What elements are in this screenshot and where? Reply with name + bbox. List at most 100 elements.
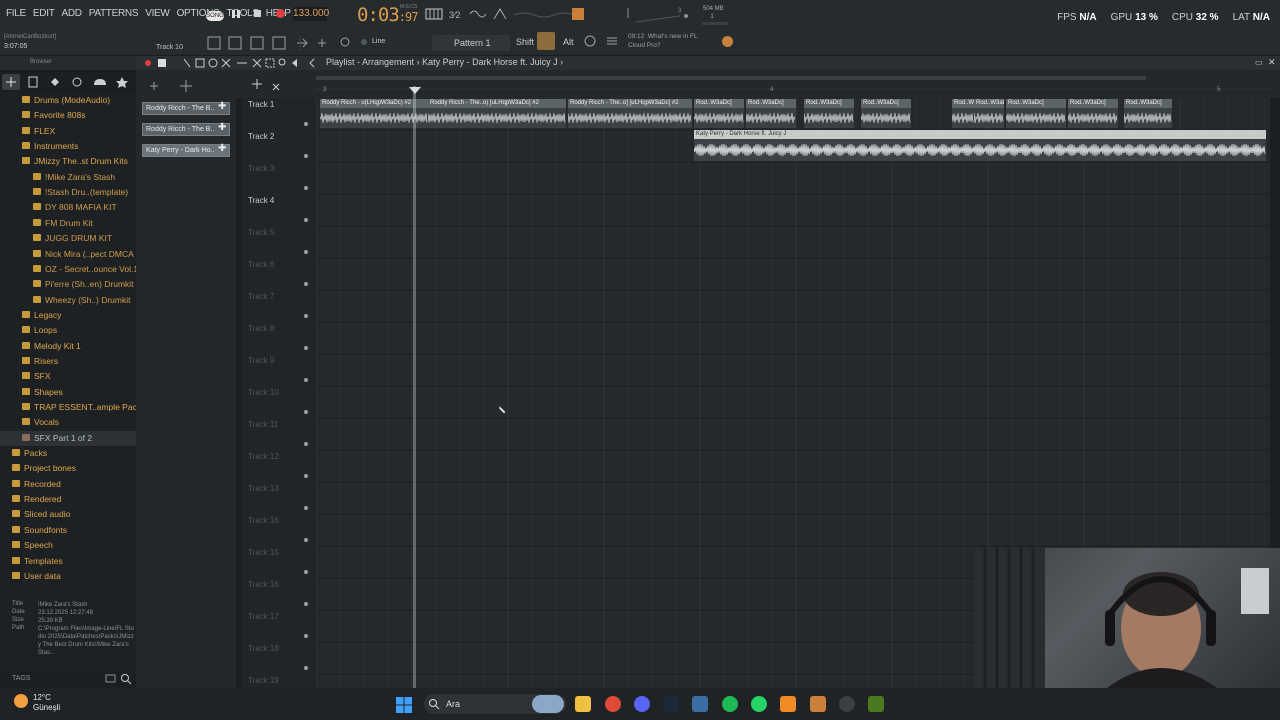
news-badge-icon[interactable]	[722, 36, 733, 47]
pattern-clip[interactable]: Roddy Ricch - The B..	[142, 102, 230, 115]
menu-patterns[interactable]: PATTERNS	[89, 8, 139, 19]
track-mute-led[interactable]	[304, 506, 308, 510]
track-mute-led[interactable]	[304, 218, 308, 222]
audio-clip-waveform[interactable]	[567, 108, 692, 128]
browser-item[interactable]: SFX	[0, 369, 136, 384]
track-mute-led[interactable]	[304, 122, 308, 126]
track-mute-led[interactable]	[304, 634, 308, 638]
alt-button[interactable]: Alt	[563, 37, 574, 47]
clip-add-icon[interactable]: ✚	[218, 101, 226, 112]
file-explorer-icon[interactable]	[575, 696, 591, 712]
spotify-icon[interactable]	[722, 696, 738, 712]
browser-item[interactable]: Favorite 808s	[0, 108, 136, 123]
browser-item[interactable]: FLEX	[0, 124, 136, 139]
fl-studio-icon[interactable]	[780, 696, 796, 712]
audio-clip-waveform[interactable]	[860, 108, 911, 128]
track-label[interactable]: Track 16	[248, 580, 279, 589]
track-label[interactable]: Track 19	[248, 676, 279, 685]
track-mute-led[interactable]	[304, 186, 308, 190]
app-2-icon[interactable]	[868, 696, 884, 712]
browser-item[interactable]: TRAP ESSENT..ample Pack]	[0, 400, 136, 415]
shift-button[interactable]: Shift	[516, 37, 534, 47]
track-label[interactable]: Track 10	[248, 388, 279, 397]
browser-item[interactable]: Wheezy (Sh..) Drumkit	[0, 293, 136, 308]
news-panel[interactable]: 09:12 What's new in FL Cloud Pro?	[628, 32, 698, 50]
audio-clip-waveform[interactable]	[693, 108, 744, 128]
audio-clip-waveform[interactable]	[1005, 108, 1066, 128]
browser-item[interactable]: FM Drum Kit	[0, 216, 136, 231]
audio-clip-title[interactable]: Rod..W3aDc]	[746, 99, 796, 108]
track-label[interactable]: Track 8	[248, 324, 274, 333]
breadcrumb-arrangement[interactable]: Playlist - Arrangement	[326, 57, 414, 67]
audio-clip-waveform[interactable]	[1067, 108, 1118, 128]
obs-icon[interactable]	[839, 696, 855, 712]
playhead-marker[interactable]	[409, 87, 421, 94]
browser-item[interactable]: Instruments	[0, 139, 136, 154]
track-label[interactable]: Track 13	[248, 484, 279, 493]
audio-clip-title[interactable]: Rod..W3aDc]	[1006, 99, 1066, 108]
audio-clip-waveform[interactable]	[951, 108, 974, 128]
clip-add-icon[interactable]: ✚	[218, 143, 226, 154]
browser-item[interactable]: Speech	[0, 538, 136, 553]
weather-sun-icon[interactable]	[14, 694, 28, 708]
weather-widget[interactable]: 12°C Güneşli	[33, 693, 60, 713]
menu-view[interactable]: VIEW	[145, 8, 170, 19]
tempo-display[interactable]: 133.000	[293, 7, 329, 21]
browser-item[interactable]: User data	[0, 569, 136, 584]
view-buttons[interactable]	[204, 34, 434, 54]
browser-item[interactable]: Melody Kit 1	[0, 339, 136, 354]
track-label[interactable]: Track 15	[248, 548, 279, 557]
search-highlight-icon[interactable]	[532, 695, 564, 713]
browser-item[interactable]: SFX Part 1 of 2	[0, 430, 136, 446]
track-label[interactable]: Track 12	[248, 452, 279, 461]
browser-item[interactable]: Legacy	[0, 308, 136, 323]
track-label[interactable]: Track 7	[248, 292, 274, 301]
playlist-tools[interactable]	[140, 56, 340, 70]
track-mute-led[interactable]	[304, 314, 308, 318]
audio-clip-title[interactable]: Rod..W3aDc]	[1068, 99, 1118, 108]
browser-item[interactable]: JMizzy The..st Drum Kits	[0, 154, 136, 169]
whatsapp-icon[interactable]	[751, 696, 767, 712]
track-label[interactable]: Track 17	[248, 612, 279, 621]
pattern-clip[interactable]: Roddy Ricch - The B..	[142, 123, 230, 136]
track-label[interactable]: Track 2	[248, 132, 274, 141]
menu-add[interactable]: ADD	[62, 8, 83, 19]
track-mute-led[interactable]	[304, 346, 308, 350]
audio-clip-title[interactable]: Rod..W3aDc]	[1124, 99, 1172, 108]
playhead[interactable]	[413, 86, 416, 688]
menu-edit[interactable]: EDIT	[33, 8, 55, 19]
track-mute-led[interactable]	[304, 410, 308, 414]
browser-item[interactable]: Pi'erre (Sh..en) Drumkit	[0, 277, 136, 292]
record-button[interactable]	[276, 9, 285, 18]
fl-studio-2-icon[interactable]	[810, 696, 826, 712]
toolbar-icons[interactable]: 3⁄2	[424, 5, 584, 25]
breadcrumb-song[interactable]: Katy Perry - Dark Horse ft. Juicy J	[422, 57, 558, 67]
audio-clip-title[interactable]: Katy Perry - Dark Horse ft. Juicy J	[694, 130, 1266, 139]
audio-clip-waveform[interactable]	[693, 139, 1266, 161]
browser-item[interactable]: OZ - Secret..ounce Vol.1	[0, 262, 136, 277]
track-label[interactable]: Track 16	[248, 516, 279, 525]
track-label[interactable]: Track 11	[248, 420, 278, 429]
snap-mode[interactable]: Line	[372, 38, 385, 45]
track-label[interactable]: Track 1	[248, 100, 274, 109]
browser-item[interactable]: Drums (ModeAudio)	[0, 93, 136, 108]
track-mute-led[interactable]	[304, 538, 308, 542]
audio-clip-title[interactable]: Rod..W3aDc]	[861, 99, 911, 108]
browser-item[interactable]: Recorded	[0, 477, 136, 492]
track-label[interactable]: Track 3	[248, 164, 274, 173]
track-mute-led[interactable]	[304, 474, 308, 478]
browser-item[interactable]: JUGG DRUM KIT	[0, 231, 136, 246]
browser-item[interactable]: !Stash Dru..(template)	[0, 185, 136, 200]
browser-item[interactable]: Nick Mira (..pect DMCA	[0, 247, 136, 262]
track-mute-led[interactable]	[304, 570, 308, 574]
track-label[interactable]: Track 5	[248, 228, 274, 237]
chrome-icon[interactable]	[605, 696, 621, 712]
steam-icon[interactable]	[663, 696, 679, 712]
discord-icon[interactable]	[634, 696, 650, 712]
track-mute-led[interactable]	[304, 666, 308, 670]
browser-item[interactable]: Risers	[0, 354, 136, 369]
browser-item[interactable]: Soundfonts	[0, 523, 136, 538]
pattern-selector[interactable]: Pattern 1	[432, 35, 510, 51]
pattern-clip[interactable]: Katy Perry - Dark Ho..	[142, 144, 230, 157]
song-mode-badge[interactable]: SONG	[206, 11, 224, 21]
